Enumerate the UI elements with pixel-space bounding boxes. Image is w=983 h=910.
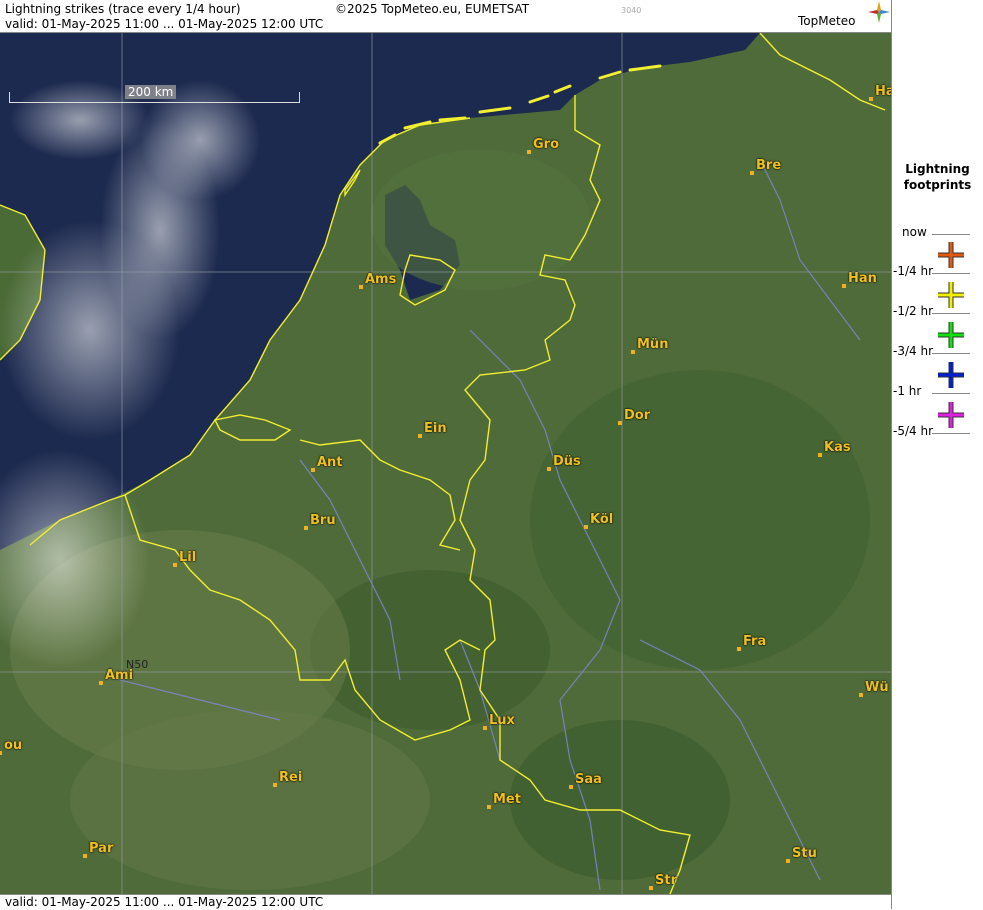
legend-cross-marker-icon [938,242,964,268]
city-marker [547,467,551,471]
valid-time: valid: 01-May-2025 11:00 ... 01-May-2025… [5,17,324,31]
city-label: Kas [824,440,851,455]
legend-time-label: -1 hr [893,384,922,398]
legend-cross-marker-icon [938,362,964,388]
footer-valid-time: valid: 01-May-2025 11:00 ... 01-May-2025… [5,895,324,909]
header-bar: Lightning strikes (trace every 1/4 hour)… [0,0,891,33]
legend-tick [932,433,970,434]
city-label: Ha [875,84,891,99]
city-marker [487,805,491,809]
scale-bar-label: 200 km [125,85,177,99]
city-label: Han [848,271,877,286]
legend-tick [932,313,970,314]
city-label: ou [4,738,23,753]
legend-time-label: -5/4 hr [893,424,933,438]
legend-title: Lightning footprints [903,162,972,192]
footer-bar: valid: 01-May-2025 11:00 ... 01-May-2025… [0,894,891,910]
city-label: Ein [424,421,447,436]
city-label: Lil [179,550,197,565]
map-title: Lightning strikes (trace every 1/4 hour) [5,2,241,16]
city-marker [750,171,754,175]
city-label: Gro [533,137,560,152]
city-label: Ami [105,668,134,683]
city-marker [737,647,741,651]
city-marker [311,468,315,472]
legend-tick [932,393,970,394]
city-label: Mün [637,337,669,352]
city-label: Stu [792,846,817,861]
brand-logo-text: TopMeteo [798,14,856,28]
legend-time-label: -3/4 hr [893,344,933,358]
city-marker [418,434,422,438]
legend-time-label: -1/4 hr [893,264,933,278]
city-marker [483,726,487,730]
city-label: Met [493,792,521,807]
city-label: Bru [310,513,336,528]
city-label: Fra [743,634,767,649]
city-label: Ant [317,455,343,470]
legend-tick [932,353,970,354]
city-marker [842,284,846,288]
city-marker [83,854,87,858]
city-label: Str [655,873,677,888]
city-marker [818,453,822,457]
legend-cross-marker-icon [938,322,964,348]
legend-cross-marker-icon [938,282,964,308]
city-label: Ams [365,272,397,287]
city-marker [869,97,873,101]
city-marker [273,783,277,787]
city-label: Düs [553,454,581,469]
city-marker [584,525,588,529]
legend-cross-marker-icon [938,402,964,428]
city-marker [99,681,103,685]
city-label: Saa [575,772,602,787]
city-label: Wü [865,680,889,695]
city-label: Par [89,841,114,856]
city-marker [569,785,573,789]
legend-tick [932,273,970,274]
city-label: Dor [624,408,651,423]
city-label: Rei [279,770,303,785]
copyright-text: ©2025 TopMeteo.eu, EUMETSAT [335,2,530,16]
legend-time-label: now [902,225,927,239]
product-code: 3040 [621,6,642,15]
city-marker [0,751,2,755]
legend-tick [932,234,970,235]
compass-logo-icon [868,1,890,23]
city-marker [786,859,790,863]
city-marker [859,693,863,697]
legend-panel: Lightning footprints now -1/4 hr -1/2 hr -3… [892,0,983,909]
satellite-map[interactable]: 200 km N50 Ha Gro Bre Ams Han Mün Ein Dor Ant Düs… [0,33,891,894]
city-marker [304,526,308,530]
legend-time-label: -1/2 hr [893,304,933,318]
city-marker [173,563,177,567]
city-marker [527,150,531,154]
city-label: Köl [590,512,614,527]
city-label: Bre [756,158,782,173]
city-marker [649,886,653,890]
city-marker [618,421,622,425]
city-label: Lux [489,713,515,728]
city-marker [631,350,635,354]
city-marker [359,285,363,289]
